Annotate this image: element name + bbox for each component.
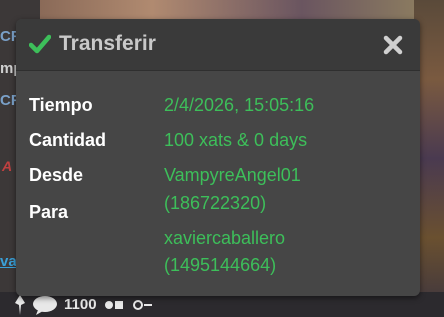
- time-label: Tiempo: [29, 95, 93, 115]
- background-text-4: A: [2, 158, 13, 174]
- chat-bubble-icon[interactable]: [32, 295, 58, 315]
- pin-icon[interactable]: [14, 294, 26, 315]
- dialog-title: Transferir: [59, 32, 156, 55]
- from-id-value: (186722320): [164, 193, 267, 213]
- to-id-value: (1495144664): [164, 255, 277, 275]
- to-value: xaviercaballero: [164, 228, 286, 248]
- dialog-header: Transferir: [16, 19, 420, 71]
- from-value: VampyreAngel01: [164, 165, 301, 185]
- from-label: Desde: [29, 165, 84, 185]
- background-link[interactable]: va: [0, 253, 17, 270]
- check-icon: [29, 34, 51, 54]
- amount-value: 100 xats & 0 days: [164, 130, 308, 150]
- close-icon[interactable]: [383, 35, 403, 55]
- to-label: Para: [29, 202, 69, 222]
- amount-label: Cantidad: [29, 130, 107, 150]
- bottom-bar-count: 1100: [64, 296, 97, 313]
- transfer-dialog: Transferir Tiempo 2/4/2026, 15:05:16 Can…: [16, 19, 420, 296]
- time-value: 2/4/2026, 15:05:16: [164, 95, 315, 115]
- settings-icon[interactable]: [132, 299, 153, 311]
- status-dot-icon: [103, 299, 127, 311]
